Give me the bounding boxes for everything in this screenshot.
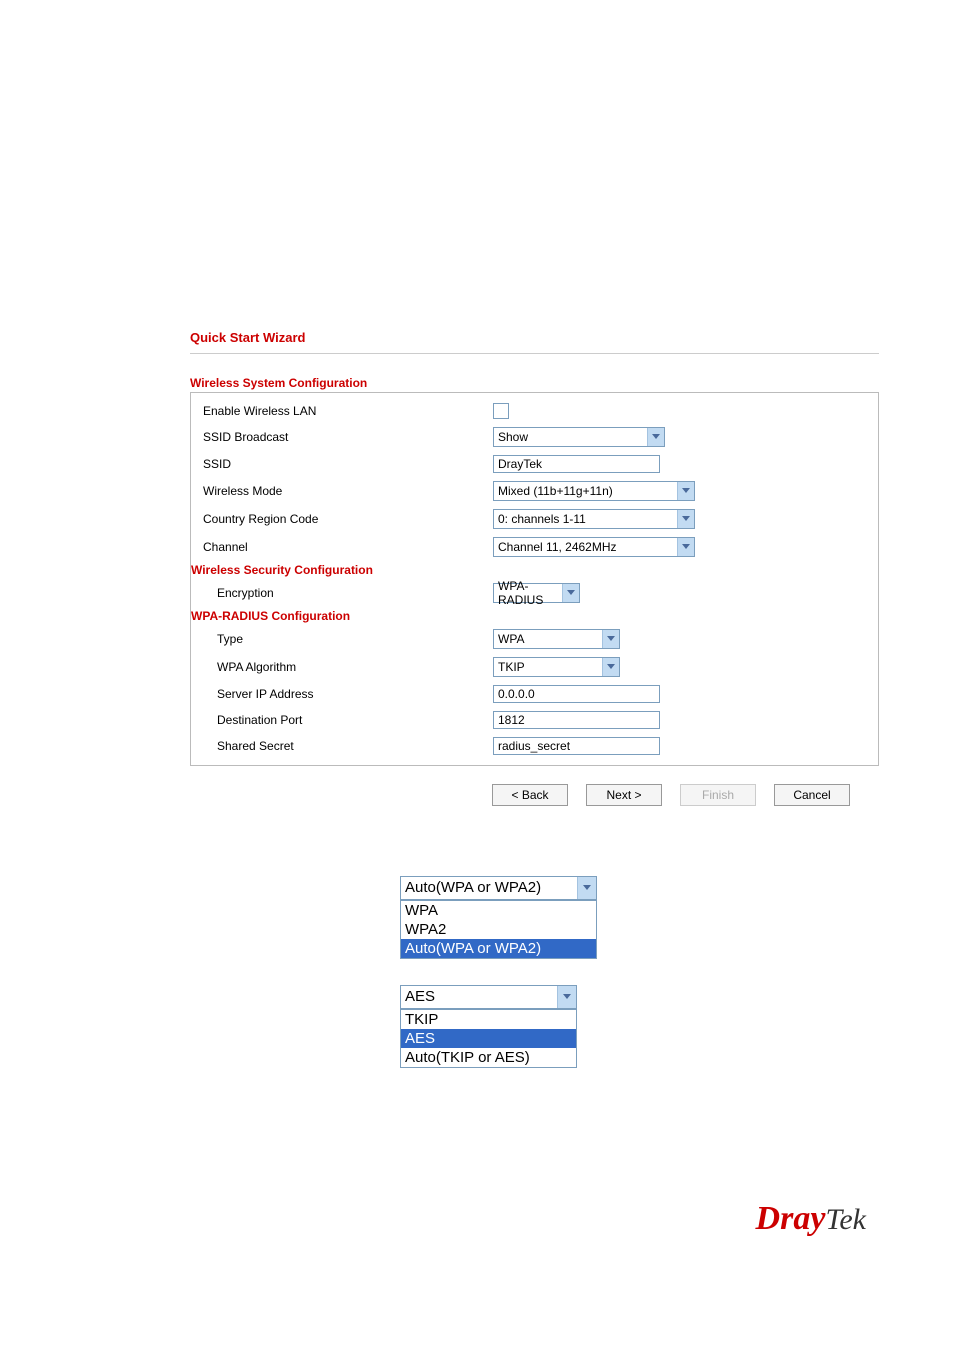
chevron-down-icon [562, 584, 579, 602]
form-box: Enable Wireless LAN SSID Broadcast Show … [190, 392, 879, 766]
input-server-ip[interactable]: 0.0.0.0 [493, 685, 660, 703]
example-type-select[interactable]: Auto(WPA or WPA2) [400, 876, 597, 900]
chevron-down-icon [677, 510, 694, 528]
label-ssid: SSID [203, 457, 493, 471]
select-value: TKIP [494, 660, 602, 674]
example-algo-dropdown: TKIP AES Auto(TKIP or AES) [400, 1009, 577, 1068]
label-ssid-broadcast: SSID Broadcast [203, 430, 493, 444]
select-wireless-mode[interactable]: Mixed (11b+11g+11n) [493, 481, 695, 501]
label-enable-wlan: Enable Wireless LAN [203, 404, 493, 418]
label-country-region: Country Region Code [203, 512, 493, 526]
label-wpa-algorithm: WPA Algorithm [203, 660, 493, 674]
input-dest-port[interactable]: 1812 [493, 711, 660, 729]
select-country-region[interactable]: 0: channels 1-11 [493, 509, 695, 529]
label-server-ip: Server IP Address [203, 687, 493, 701]
select-value: WPA-RADIUS [494, 579, 562, 607]
divider [190, 353, 879, 354]
chevron-down-icon [602, 658, 619, 676]
label-dest-port: Destination Port [203, 713, 493, 727]
dropdown-option-selected[interactable]: Auto(WPA or WPA2) [401, 939, 596, 958]
select-value: Mixed (11b+11g+11n) [494, 484, 677, 498]
label-encryption: Encryption [203, 586, 493, 600]
logo-part2: Tek [825, 1203, 866, 1236]
chevron-down-icon [577, 877, 596, 899]
input-shared-secret[interactable]: radius_secret [493, 737, 660, 755]
checkbox-enable-wlan[interactable] [493, 403, 509, 419]
select-wpa-algorithm[interactable]: TKIP [493, 657, 620, 677]
chevron-down-icon [602, 630, 619, 648]
select-value: 0: channels 1-11 [494, 512, 677, 526]
back-button[interactable]: < Back [492, 784, 568, 806]
select-value: Show [494, 430, 647, 444]
label-wireless-mode: Wireless Mode [203, 484, 493, 498]
select-channel[interactable]: Channel 11, 2462MHz [493, 537, 695, 557]
label-shared-secret: Shared Secret [203, 739, 493, 753]
dropdown-option[interactable]: WPA2 [401, 920, 596, 939]
section-title-system: Wireless System Configuration [190, 376, 879, 390]
brand-logo: DrayTek [756, 1200, 866, 1238]
select-value: Channel 11, 2462MHz [494, 540, 677, 554]
select-type[interactable]: WPA [493, 629, 620, 649]
label-channel: Channel [203, 540, 493, 554]
dropdown-option[interactable]: Auto(TKIP or AES) [401, 1048, 576, 1067]
select-value: Auto(WPA or WPA2) [401, 877, 577, 899]
select-ssid-broadcast[interactable]: Show [493, 427, 665, 447]
chevron-down-icon [647, 428, 664, 446]
chevron-down-icon [677, 538, 694, 556]
select-value: AES [401, 986, 557, 1008]
finish-button: Finish [680, 784, 756, 806]
select-value: WPA [494, 632, 602, 646]
chevron-down-icon [677, 482, 694, 500]
next-button[interactable]: Next > [586, 784, 662, 806]
dropdown-option[interactable]: WPA [401, 901, 596, 920]
dropdown-option[interactable]: TKIP [401, 1010, 576, 1029]
page-title: Quick Start Wizard [190, 330, 879, 345]
logo-part1: Dray [756, 1200, 826, 1237]
select-encryption[interactable]: WPA-RADIUS [493, 583, 580, 603]
cancel-button[interactable]: Cancel [774, 784, 850, 806]
input-ssid[interactable]: DrayTek [493, 455, 660, 473]
dropdown-option-selected[interactable]: AES [401, 1029, 576, 1048]
label-type: Type [203, 632, 493, 646]
section-title-radius: WPA-RADIUS Configuration [191, 609, 350, 623]
example-type-dropdown: WPA WPA2 Auto(WPA or WPA2) [400, 900, 597, 959]
chevron-down-icon [557, 986, 576, 1008]
example-algo-select[interactable]: AES [400, 985, 577, 1009]
section-title-security: Wireless Security Configuration [191, 563, 373, 577]
